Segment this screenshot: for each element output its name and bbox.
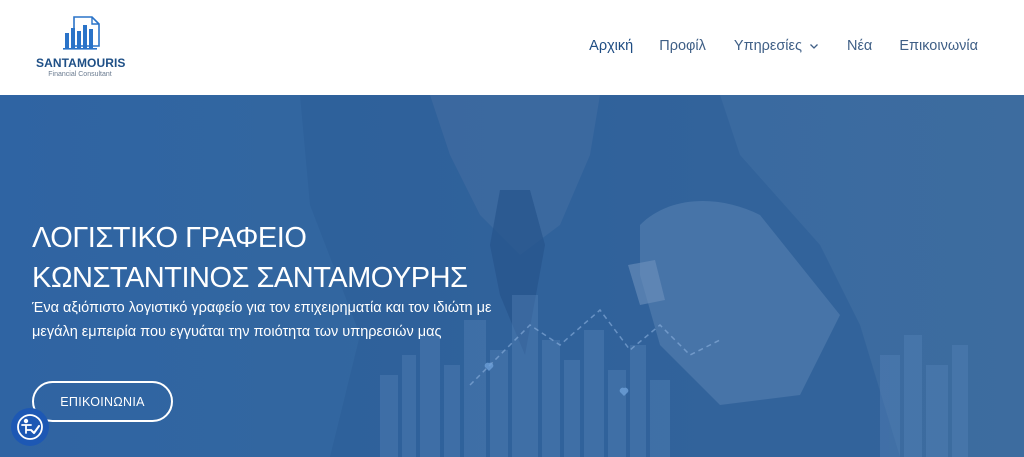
hero-description-line1: Ένα αξιόπιστο λογιστικό γραφείο για τον … (32, 300, 492, 316)
accessibility-button[interactable] (11, 408, 49, 446)
brand-tagline: Financial Consultant (48, 71, 112, 78)
nav-item-services[interactable]: Υπηρεσίες (734, 38, 819, 54)
hero-title-line2: ΚΩΝΣΤΑΝΤΙΝΟΣ ΣΑΝΤΑΜΟΥΡΗΣ (32, 262, 468, 294)
nav-item-profile[interactable]: Προφίλ (659, 38, 706, 54)
contact-cta-button[interactable]: ΕΠΙΚΟΙΝΩΝΙΑ (32, 381, 173, 422)
main-nav: Αρχική Προφίλ Υπηρεσίες Νέα Επικοινωνία (589, 38, 978, 54)
site-header: SANTAMOURIS Financial Consultant Αρχική … (0, 0, 1024, 95)
nav-item-services-label: Υπηρεσίες (733, 38, 802, 54)
brand-name: SANTAMOURIS (36, 56, 126, 70)
hero-title-line1: ΛΟΓΙΣΤΙΚΟ ΓΡΑΦΕΙΟ (32, 222, 307, 254)
hero-title: ΛΟΓΙΣΤΙΚΟ ΓΡΑΦΕΙΟ ΚΩΝΣΤΑΝΤΙΝΟΣ ΣΑΝΤΑΜΟΥΡ… (32, 218, 468, 298)
bar-chart-logo-icon (63, 16, 100, 50)
hero-description: Ένα αξιόπιστο λογιστικό γραφείο για τον … (32, 296, 512, 344)
brand-logo[interactable]: SANTAMOURIS Financial Consultant (36, 14, 126, 82)
nav-item-home[interactable]: Αρχική (589, 38, 633, 54)
chevron-down-icon (810, 44, 818, 49)
hero-banner: ΛΟΓΙΣΤΙΚΟ ΓΡΑΦΕΙΟ ΚΩΝΣΤΑΝΤΙΝΟΣ ΣΑΝΤΑΜΟΥΡ… (0, 95, 1024, 457)
nav-item-contact[interactable]: Επικοινωνία (899, 38, 978, 54)
accessibility-icon (17, 414, 43, 440)
hero-description-line2: μεγάλη εμπειρία που εγγυάται την ποιότητ… (32, 324, 442, 340)
nav-item-news[interactable]: Νέα (847, 38, 872, 54)
